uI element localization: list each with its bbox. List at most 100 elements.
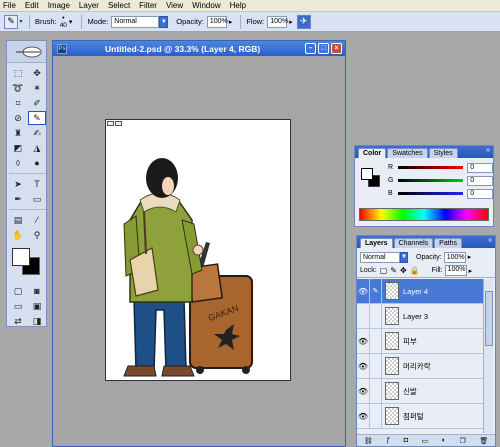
close-icon[interactable]: × [331, 43, 342, 54]
quick-mask-icon[interactable]: ◙ [28, 284, 46, 298]
foreground-color-swatch[interactable] [12, 248, 30, 266]
brush-link-icon[interactable]: ✎ [370, 278, 382, 304]
blur-tool-icon[interactable]: ◊ [9, 156, 27, 170]
image-canvas[interactable]: GAKAN [105, 119, 291, 381]
mode-dropdown-icon[interactable]: ▼ [159, 15, 169, 28]
eye-icon[interactable]: 👁 [357, 328, 370, 354]
adjustment-layer-icon[interactable]: ◐ [442, 437, 446, 444]
lasso-tool-icon[interactable]: ➰ [9, 81, 27, 95]
standard-mode-icon[interactable]: ▢ [9, 284, 27, 298]
link-slot[interactable] [370, 403, 382, 429]
menu-image[interactable]: Image [48, 1, 70, 10]
panel-menu-icon[interactable]: » [486, 147, 490, 154]
eye-icon[interactable]: 👁 [357, 353, 370, 379]
layer-row[interactable]: 👁 신발 [357, 378, 483, 404]
maximize-icon[interactable]: □ [318, 43, 329, 54]
layer-row[interactable]: 👁 ✎ Layer 4 [357, 278, 483, 304]
link-layers-icon[interactable]: ⛓ [364, 437, 373, 445]
layers-scrollbar[interactable] [483, 279, 493, 433]
menu-edit[interactable]: Edit [25, 1, 39, 10]
slice-tool-icon[interactable]: ✐ [28, 96, 46, 110]
lock-image-icon[interactable]: ✎ [390, 266, 397, 275]
type-tool-icon[interactable]: T [28, 177, 46, 191]
new-set-icon[interactable]: ▭ [422, 437, 429, 445]
link-slot[interactable] [370, 303, 382, 329]
layer-row[interactable]: 👁 피부 [357, 328, 483, 354]
dodge-tool-icon[interactable]: ● [28, 156, 46, 170]
clone-stamp-icon[interactable]: ♜ [9, 126, 27, 140]
tab-paths[interactable]: Paths [434, 238, 463, 248]
link-slot[interactable] [370, 328, 382, 354]
red-value-input[interactable]: 0 [467, 162, 493, 173]
screen-mode-standard-icon[interactable]: ▭ [9, 299, 27, 313]
brush-picker-arrow-icon[interactable]: ▾ [69, 18, 73, 26]
eye-icon[interactable]: 👁 [357, 278, 370, 304]
pen-tool-icon[interactable]: ✒ [9, 192, 27, 206]
blend-mode-select[interactable]: Normal [360, 251, 400, 263]
menu-view[interactable]: View [166, 1, 183, 10]
link-slot[interactable] [370, 353, 382, 379]
jump-to-imageready-icon[interactable]: ⇄ [9, 314, 27, 328]
link-slot[interactable] [370, 378, 382, 404]
healing-brush-icon[interactable]: ⊘ [9, 111, 27, 125]
crop-tool-icon[interactable]: ⌗ [9, 96, 27, 110]
blend-mode-dropdown-icon[interactable]: ▼ [400, 251, 408, 263]
document-title-bar[interactable]: Ps Untitled-2.psd @ 33.3% (Layer 4, RGB)… [53, 41, 345, 56]
mode-select[interactable]: Normal [111, 15, 160, 28]
layer-mask-icon[interactable]: ◘ [404, 437, 408, 444]
imageready-icon[interactable]: ◨ [28, 314, 46, 328]
hand-tool-icon[interactable]: ✋ [9, 228, 27, 242]
paint-bucket-icon[interactable]: ◮ [28, 141, 46, 155]
menu-file[interactable]: File [3, 1, 16, 10]
magic-wand-icon[interactable]: ✶ [28, 81, 46, 95]
marquee-tool-icon[interactable]: ⬚ [9, 66, 27, 80]
move-tool-icon[interactable]: ✥ [28, 66, 46, 80]
flow-input[interactable]: 100% [267, 15, 288, 28]
green-slider[interactable] [397, 179, 464, 182]
color-foreground-swatch[interactable] [361, 168, 373, 180]
lock-all-icon[interactable]: 🔒 [410, 266, 420, 275]
lock-transparency-icon[interactable]: ▢ [380, 266, 388, 275]
zoom-tool-icon[interactable]: ⚲ [28, 228, 46, 242]
tab-layers[interactable]: Layers [360, 238, 393, 248]
tab-styles[interactable]: Styles [428, 148, 458, 158]
screen-mode-full-icon[interactable]: ▣ [28, 299, 46, 313]
layers-panel-menu-icon[interactable]: » [488, 237, 492, 244]
menu-select[interactable]: Select [108, 1, 130, 10]
layer-opacity-arrow-icon[interactable]: ▸ [468, 253, 472, 261]
menu-layer[interactable]: Layer [79, 1, 99, 10]
eye-icon[interactable]: 👁 [357, 378, 370, 404]
fill-arrow-icon[interactable]: ▸ [469, 267, 473, 275]
brush-tool-icon[interactable]: ✎ [28, 111, 46, 125]
feather-logo-icon[interactable] [12, 45, 42, 59]
opacity-input[interactable]: 100% [206, 15, 228, 28]
menu-window[interactable]: Window [192, 1, 220, 10]
airbrush-icon[interactable]: ✈ [296, 14, 311, 29]
brush-picker[interactable]: • 40 [60, 15, 67, 29]
layer-row[interactable]: 👁 점퍼털 [357, 403, 483, 429]
menu-filter[interactable]: Filter [139, 1, 157, 10]
path-selection-icon[interactable]: ➤ [9, 177, 27, 191]
fill-input[interactable]: 100% [444, 265, 467, 276]
tab-color[interactable]: Color [358, 148, 387, 158]
minimize-icon[interactable]: – [305, 43, 316, 54]
shape-tool-icon[interactable]: ▭ [28, 192, 46, 206]
layer-row[interactable]: Layer 3 [357, 303, 483, 329]
layer-style-icon[interactable]: ƒ [386, 437, 390, 444]
tab-swatches[interactable]: Swatches [387, 148, 428, 158]
eye-icon[interactable]: 👁 [357, 403, 370, 429]
notes-tool-icon[interactable]: ▤ [9, 213, 27, 227]
tab-channels[interactable]: Channels [393, 238, 434, 248]
color-spectrum-bar[interactable] [359, 208, 489, 221]
eye-hidden-slot[interactable] [357, 303, 370, 329]
delete-layer-icon[interactable]: 🗑 [479, 437, 488, 445]
layer-row[interactable]: 👁 머리카락 [357, 353, 483, 379]
red-slider[interactable] [397, 166, 464, 169]
eyedropper-icon[interactable]: ⁄ [28, 213, 46, 227]
lock-position-icon[interactable]: ✥ [400, 266, 407, 275]
scrollbar-thumb[interactable] [485, 291, 493, 346]
preset-arrow-icon[interactable]: ▾ [18, 18, 24, 26]
layer-opacity-input[interactable]: 100% [443, 251, 466, 263]
eraser-tool-icon[interactable]: ◩ [9, 141, 27, 155]
brush-tool-preset-icon[interactable]: ✎ [4, 14, 18, 29]
